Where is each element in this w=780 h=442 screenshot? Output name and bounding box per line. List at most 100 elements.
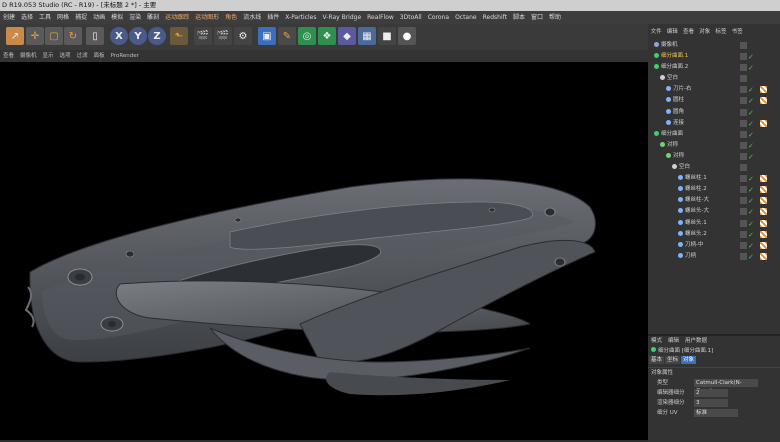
viewport-menu-item[interactable]: 面板 <box>91 50 108 62</box>
menu-item[interactable]: 运动图形 <box>192 11 222 24</box>
object-row[interactable]: 螺丝头-大 ✓ <box>648 206 780 217</box>
visibility-toggle[interactable] <box>740 75 747 83</box>
object-row[interactable]: 螺丝头.1 ✓ <box>648 218 780 229</box>
object-row[interactable]: 圆柱 ✓ <box>648 95 780 106</box>
menu-item[interactable]: 窗口 <box>528 11 546 24</box>
material-tag-icon[interactable] <box>760 175 767 183</box>
om-tab[interactable]: 书签 <box>729 27 745 37</box>
attr-tab[interactable]: 模式 <box>648 336 665 346</box>
z-axis-icon[interactable]: Z <box>148 27 166 45</box>
object-row[interactable]: 螺丝头.2 ✓ <box>648 229 780 240</box>
pointer-icon[interactable]: ↗ <box>6 27 24 45</box>
material-tag-icon[interactable] <box>760 252 767 260</box>
subtab-basic[interactable]: 基本 <box>649 356 665 364</box>
viewport-menu-item[interactable]: 过滤 <box>74 50 91 62</box>
visibility-toggle[interactable] <box>740 86 747 94</box>
array-icon[interactable]: ❖ <box>318 27 336 45</box>
visibility-toggle[interactable] <box>740 53 747 61</box>
object-row[interactable]: 刀片-右 ✓ <box>648 84 780 95</box>
visibility-toggle[interactable] <box>740 42 747 49</box>
camera-icon[interactable]: ■ <box>378 27 396 45</box>
editor-subdivision-field[interactable]: 2 <box>694 389 728 397</box>
viewport-menu-item[interactable]: 选项 <box>57 50 74 62</box>
om-tab[interactable]: 编辑 <box>664 27 680 37</box>
material-tag-icon[interactable] <box>760 208 767 216</box>
menu-item[interactable]: 角色 <box>222 11 240 24</box>
object-row[interactable]: 细分曲面.2 ✓ <box>648 62 780 73</box>
object-row[interactable]: 刀柄 ✓ <box>648 251 780 262</box>
material-tag-icon[interactable] <box>760 186 767 194</box>
visibility-toggle[interactable] <box>740 141 747 149</box>
render-subdivision-field[interactable]: 3 <box>694 399 728 407</box>
menu-item[interactable]: 帮助 <box>546 11 564 24</box>
menu-item[interactable]: Octane <box>452 11 480 24</box>
menu-item[interactable]: 运动跟踪 <box>162 11 192 24</box>
visibility-toggle[interactable] <box>740 130 747 138</box>
floor-icon[interactable]: ▦ <box>358 27 376 45</box>
menu-item[interactable]: 流水线 <box>240 11 264 24</box>
attr-tab[interactable]: 用户数据 <box>682 336 710 346</box>
enabled-check-icon[interactable]: ✓ <box>748 252 754 263</box>
visibility-toggle[interactable] <box>740 152 747 160</box>
subtab-coord[interactable]: 坐标 <box>665 356 681 364</box>
menu-item[interactable]: 模拟 <box>108 11 126 24</box>
om-tab[interactable]: 对象 <box>697 27 713 37</box>
material-tag-icon[interactable] <box>760 97 767 105</box>
cube-icon[interactable]: ▣ <box>258 27 276 45</box>
render-settings-icon[interactable]: ⚙ <box>234 27 252 45</box>
object-row[interactable]: 对称 ✓ <box>648 151 780 162</box>
rotate-icon[interactable]: ↻ <box>64 27 82 45</box>
object-row[interactable]: 螺丝柱-大 ✓ <box>648 195 780 206</box>
object-row[interactable]: 刀柄-中 ✓ <box>648 240 780 251</box>
menu-item[interactable]: 工具 <box>36 11 54 24</box>
visibility-toggle[interactable] <box>740 197 747 205</box>
coordinate-icon[interactable]: ⬑ <box>170 27 188 45</box>
material-tag-icon[interactable] <box>760 219 767 227</box>
type-dropdown[interactable]: Catmull-Clark(N-Gons) <box>694 379 758 394</box>
subtab-object[interactable]: 对象 <box>681 356 697 364</box>
render-view-icon[interactable]: 🎬 <box>194 27 212 45</box>
render-picture-viewer-icon[interactable]: 🎬 <box>214 27 232 45</box>
object-row[interactable]: 细分曲面 ✓ <box>648 129 780 140</box>
move-icon[interactable]: ✛ <box>26 27 44 45</box>
object-row[interactable]: 对称 ✓ <box>648 140 780 151</box>
menu-item[interactable]: 雕刻 <box>144 11 162 24</box>
visibility-toggle[interactable] <box>740 252 747 260</box>
visibility-toggle[interactable] <box>740 186 747 194</box>
menu-item[interactable]: Corona <box>425 11 452 24</box>
material-tag-icon[interactable] <box>760 230 767 238</box>
menu-item[interactable]: V-Ray Bridge <box>320 11 365 24</box>
menu-item[interactable]: 动画 <box>90 11 108 24</box>
menu-item[interactable]: 脚本 <box>510 11 528 24</box>
material-tag-icon[interactable] <box>760 119 767 127</box>
material-tag-icon[interactable] <box>760 241 767 249</box>
deformer-icon[interactable]: ◆ <box>338 27 356 45</box>
object-row[interactable]: 细分曲面.1 ✓ <box>648 51 780 62</box>
subdivision-icon[interactable]: ◎ <box>298 27 316 45</box>
last-tool-icon[interactable]: ▯ <box>86 27 104 45</box>
visibility-toggle[interactable] <box>740 108 747 116</box>
om-tab[interactable]: 文件 <box>648 27 664 37</box>
visibility-toggle[interactable] <box>740 219 747 227</box>
object-row[interactable]: 螺丝柱.2 ✓ <box>648 184 780 195</box>
menu-item[interactable]: 网格 <box>54 11 72 24</box>
visibility-toggle[interactable] <box>740 241 747 249</box>
visibility-toggle[interactable] <box>740 119 747 127</box>
object-row[interactable]: 连接 ✓ <box>648 118 780 129</box>
visibility-toggle[interactable] <box>740 175 747 183</box>
visibility-toggle[interactable] <box>740 64 747 72</box>
subdivide-uv-dropdown[interactable]: 标准 <box>694 409 738 417</box>
3d-viewport[interactable] <box>0 62 648 440</box>
material-tag-icon[interactable] <box>760 197 767 205</box>
om-tab[interactable]: 查看 <box>680 27 696 37</box>
object-row[interactable]: 圆角 ✓ <box>648 107 780 118</box>
visibility-toggle[interactable] <box>740 97 747 105</box>
viewport-menu-item[interactable]: ProRender <box>108 50 142 62</box>
menu-item[interactable]: 捕捉 <box>72 11 90 24</box>
object-row[interactable]: 空白 <box>648 73 780 84</box>
visibility-toggle[interactable] <box>740 164 747 172</box>
menu-item[interactable]: RealFlow <box>364 11 397 24</box>
object-row[interactable]: 摄像机 <box>648 40 780 51</box>
viewport-menu-item[interactable]: 显示 <box>40 50 57 62</box>
viewport-menu-item[interactable]: 摄像机 <box>17 50 40 62</box>
